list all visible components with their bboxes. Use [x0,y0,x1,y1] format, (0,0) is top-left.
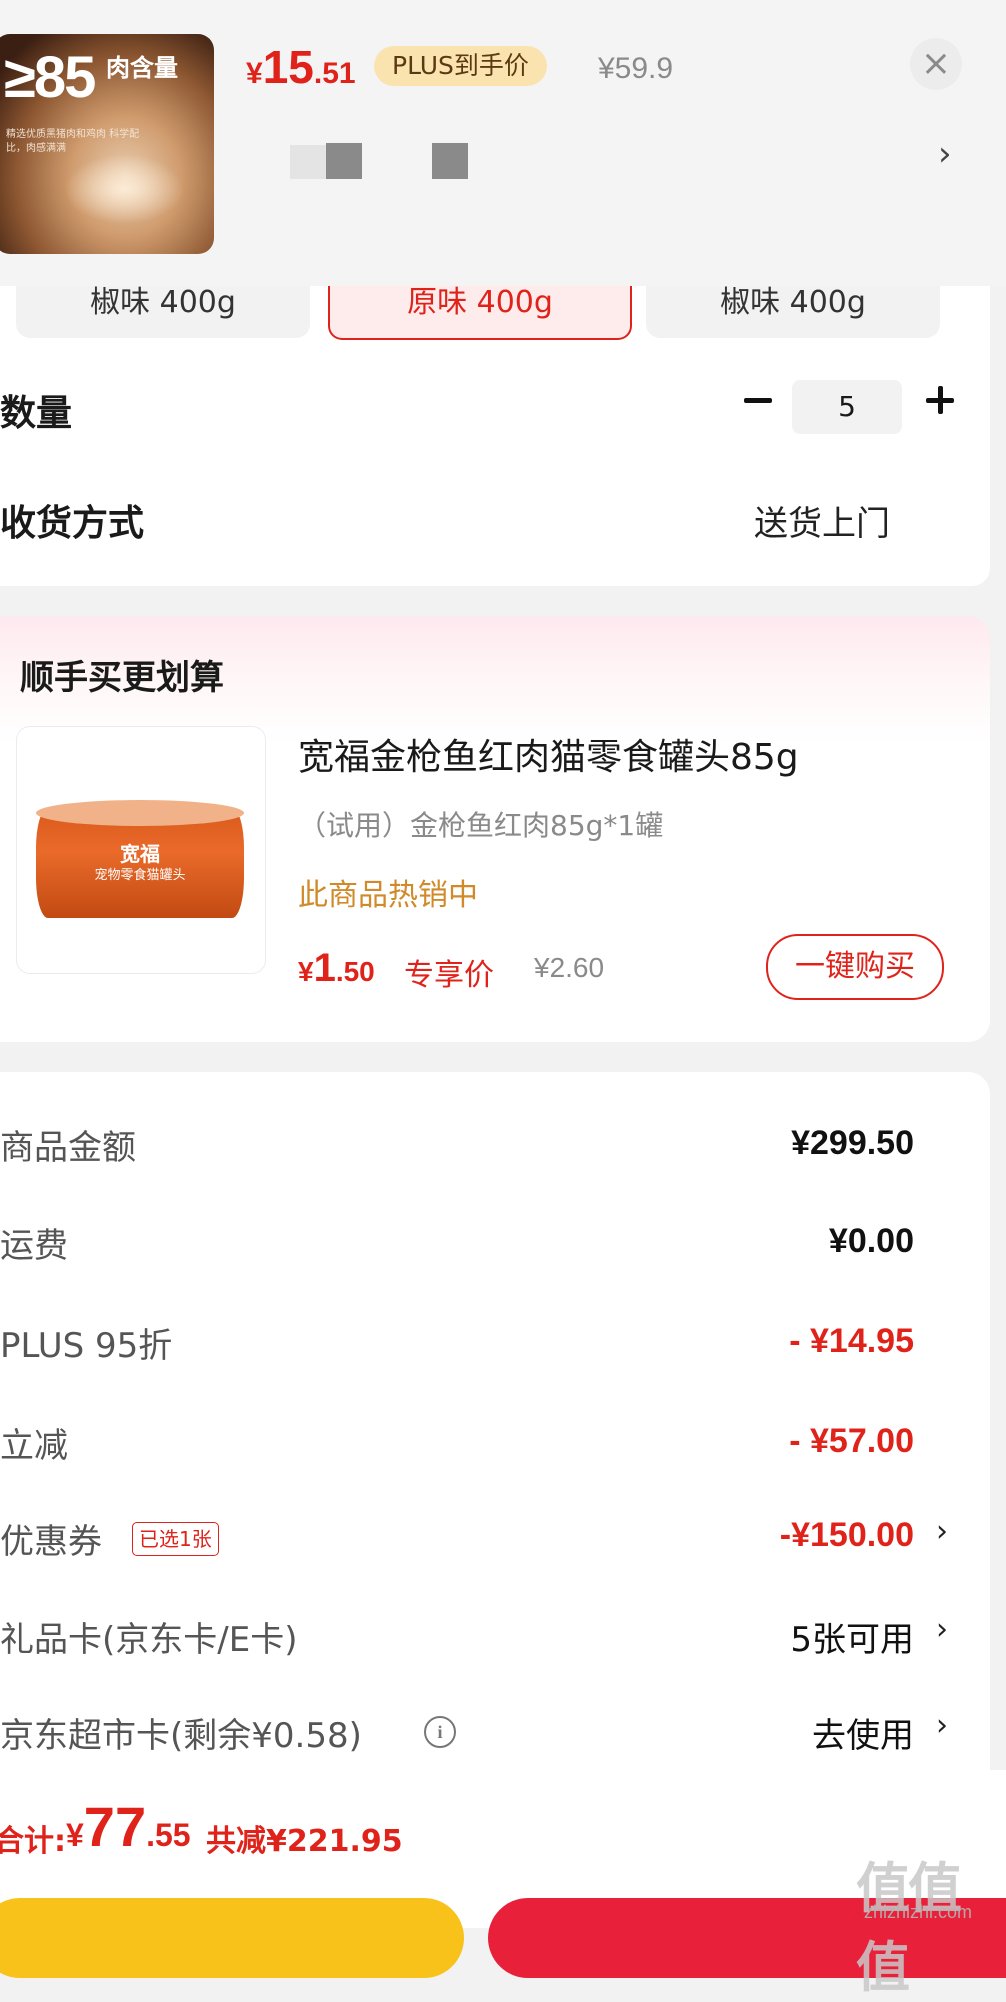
product-thumbnail[interactable]: ≥85 肉含量 精选优质黑猪肉和鸡肉 科学配比，肉感满满 [0,34,214,254]
redacted-block [326,143,362,179]
thumbnail-badge-percent: ≥85 [4,45,96,110]
thumbnail-note: 精选优质黑猪肉和鸡肉 科学配比，肉感满满 [6,129,140,154]
supermarket-card-value[interactable]: 去使用 [812,1708,914,1757]
close-icon[interactable]: × [910,38,962,90]
chevron-right-icon[interactable]: › [936,1708,948,1743]
addon-product-name[interactable]: 宽福金枪鱼红肉猫零食罐头85g [298,728,799,780]
freight-label: 运费 [0,1226,68,1266]
plus-icon[interactable] [920,380,960,420]
price-currency: ¥ [298,956,314,987]
addon-price-tag: 专享价 [404,958,494,993]
giftcard-value[interactable]: 5张可用 [790,1612,914,1661]
price-integer: 1 [313,946,336,990]
price-currency: ¥ [66,1817,84,1853]
coupon-selected-badge: 已选1张 [132,1522,219,1556]
plus-price-tag: PLUS到手价 [374,46,547,86]
instant-discount-value: - ¥57.00 [789,1422,914,1460]
price-currency: ¥ [246,57,263,90]
shipping-label: 收货方式 [0,503,145,544]
add-to-cart-button[interactable] [0,1898,464,1978]
price-integer: 77 [83,1795,147,1858]
total-saved: 共减¥221.95 [206,1824,403,1859]
plus-discount-label: PLUS 95折 [0,1326,173,1366]
watermark-logo: 值值值 [856,1857,962,1999]
one-click-buy-button[interactable]: 一键购买 [766,934,944,1000]
shipping-value[interactable]: 送货上门 [754,496,890,545]
price-decimal: .55 [146,1817,191,1853]
watermark-text: zhizhizhi.com [864,1902,973,1922]
goods-amount-value: ¥299.50 [791,1124,914,1162]
option-chip-selected[interactable]: 原味 400g [328,286,632,340]
total-amount: ¥77.55 [66,1794,191,1859]
instant-discount-label: 立减 [0,1426,68,1466]
chevron-right-icon[interactable]: › [936,1514,948,1549]
coupon-label: 优惠券 [0,1522,102,1562]
price-decimal: .50 [335,956,375,987]
chevron-right-icon[interactable]: › [936,1612,948,1647]
goods-amount-label: 商品金额 [0,1128,136,1168]
addon-product-spec: （试用）金枪鱼红肉85g*1罐 [298,809,664,842]
chevron-right-icon[interactable]: › [938,134,952,174]
thumbnail-highlight [64,154,184,224]
option-chip[interactable]: 椒味 400g [646,286,940,338]
minus-icon[interactable] [738,380,778,420]
info-icon[interactable]: i [424,1716,456,1748]
original-price: ¥59.9 [598,52,674,85]
option-chip[interactable]: 椒味 400g [16,286,310,338]
price-integer: 15 [262,41,314,93]
addon-title: 顺手买更划算 [20,658,224,698]
quantity-input[interactable]: 5 [792,380,902,434]
giftcard-label: 礼品卡(京东卡/E卡) [0,1620,298,1660]
price-decimal: .51 [313,57,356,90]
can-label-text: 宠物零食猫罐头 [94,868,186,883]
can-lid [36,800,244,826]
plus-price: ¥15.51 [246,40,356,94]
quantity-label: 数量 [0,393,73,434]
supermarket-card-label: 京东超市卡(剩余¥0.58) [0,1716,362,1756]
plus-discount-value: - ¥14.95 [789,1322,914,1360]
redacted-block [290,145,326,179]
thumbnail-badge-label: 肉含量 [106,54,178,82]
addon-price: ¥1.50 [298,946,375,991]
addon-original-price: ¥2.60 [534,952,605,983]
order-summary-card [0,1072,990,1770]
total-label: 合计: [0,1824,66,1859]
can-brand-text: 宽福 [120,842,160,866]
freight-value: ¥0.00 [828,1222,914,1260]
coupon-value[interactable]: -¥150.00 [780,1516,914,1555]
redacted-block [432,143,468,179]
addon-hot-label: 此商品热销中 [298,878,478,913]
